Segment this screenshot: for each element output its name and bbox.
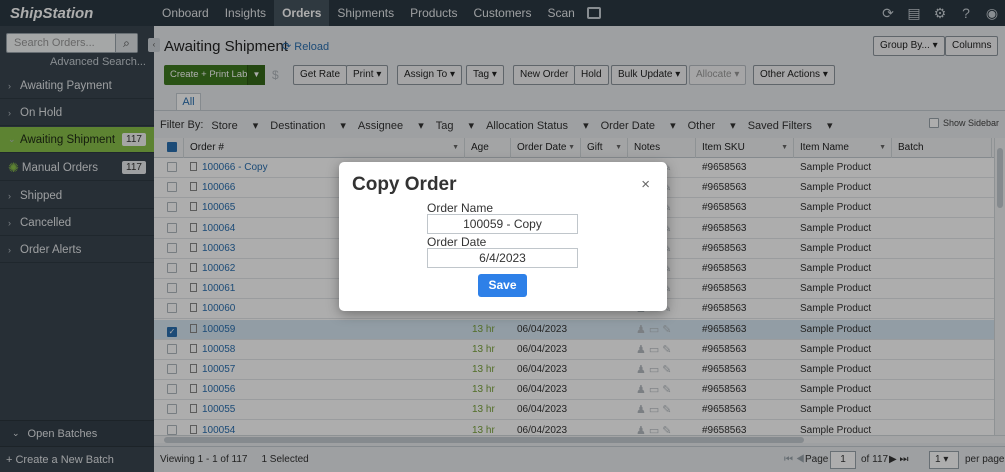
copy-order-dialog: Copy Order × Order Name 100059 - Copy Or… [339, 162, 667, 311]
modal-title: Copy Order [352, 174, 457, 195]
order-date-label: Order Date [427, 235, 487, 249]
order-date-field[interactable]: 6/4/2023 [427, 248, 578, 268]
order-name-field[interactable]: 100059 - Copy [427, 214, 578, 234]
save-button[interactable]: Save [478, 274, 527, 297]
close-icon[interactable]: × [641, 176, 650, 193]
order-name-label: Order Name [427, 201, 494, 215]
